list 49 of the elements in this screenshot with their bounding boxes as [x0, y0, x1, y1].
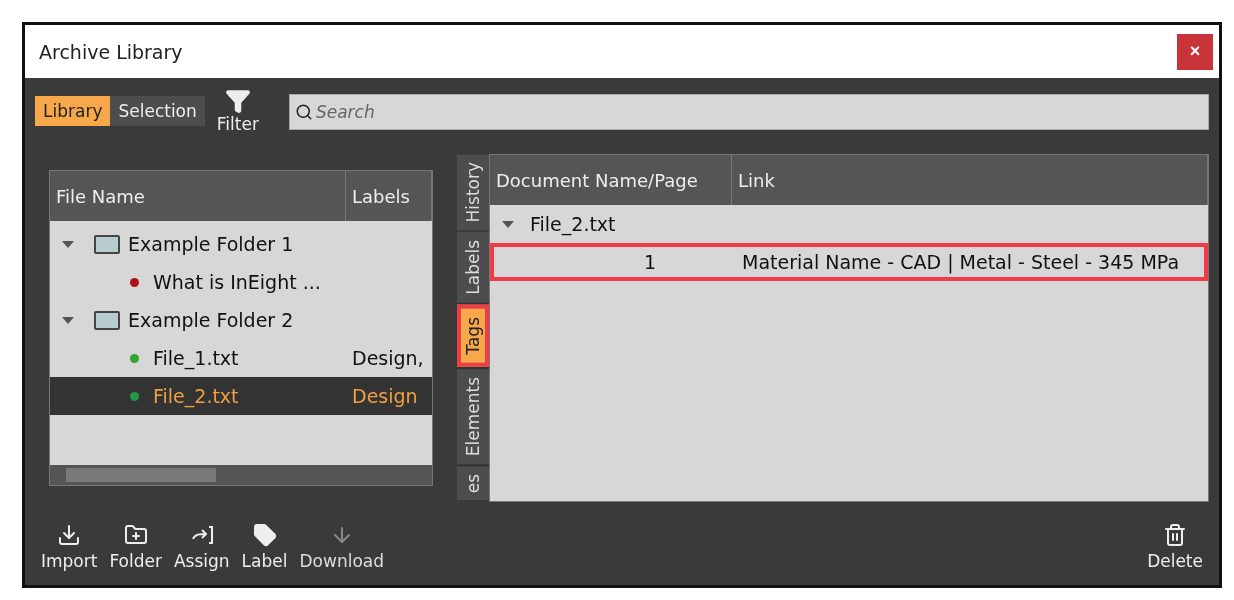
item-name: File_2.txt [153, 385, 239, 407]
folder-row[interactable]: Example Folder 1 [50, 225, 432, 263]
search-icon [294, 103, 313, 121]
side-tab[interactable]: History [457, 154, 489, 231]
item-name: What is InEight ... [153, 271, 321, 293]
item-name: Example Folder 1 [128, 233, 294, 255]
file-row[interactable]: File_1.txt Design, [50, 339, 432, 377]
page-number: 1 [642, 251, 657, 273]
filter-icon [224, 88, 251, 114]
link-text: Material Name - CAD | Metal - Steel - 345 MPa [741, 251, 1181, 273]
assign-button[interactable]: Assign [167, 523, 236, 571]
side-tab[interactable]: Labels [457, 232, 489, 304]
column-header[interactable]: File Name [50, 171, 346, 221]
delete-button[interactable]: Delete [1141, 523, 1209, 571]
column-header[interactable]: Document Name/Page [490, 155, 732, 205]
column-header[interactable]: Labels [346, 171, 432, 221]
mode-tab[interactable]: Library [35, 96, 111, 126]
label-button[interactable]: Label [235, 523, 294, 571]
item-name: File_1.txt [153, 347, 239, 369]
import-button[interactable]: Import [35, 523, 104, 571]
item-labels: Design, [351, 347, 425, 369]
link-row[interactable]: 1 Material Name - CAD | Metal - Steel - 345 MPa [490, 243, 1208, 281]
file-row[interactable]: File_2.txt Design [50, 377, 432, 415]
folder-plus-icon [123, 523, 148, 547]
item-labels: Design [351, 385, 419, 407]
caret-icon[interactable] [502, 220, 514, 228]
window-title: Archive Library [39, 40, 183, 63]
folder-button[interactable]: Folder [103, 523, 168, 571]
item-name: Example Folder 2 [128, 309, 294, 331]
download-tray-icon [57, 523, 82, 547]
trash-icon [1163, 523, 1188, 547]
caret-icon[interactable] [62, 240, 74, 248]
caret-icon[interactable] [62, 316, 74, 324]
search-field[interactable]: Search [288, 94, 1209, 130]
mode-tab[interactable]: Selection [110, 96, 205, 126]
folder-row[interactable]: Example Folder 2 [50, 301, 432, 339]
column-header[interactable]: Link [732, 155, 1208, 205]
close-button[interactable]: × [1177, 33, 1213, 70]
group-name: File_2.txt [530, 213, 616, 235]
filter-button[interactable]: Filter [216, 88, 259, 134]
folder-icon [94, 310, 120, 330]
scrollbar[interactable] [50, 465, 432, 485]
side-tab[interactable]: es [457, 466, 489, 500]
side-tab[interactable]: Tags [457, 305, 489, 367]
folder-icon [94, 234, 120, 254]
tag-icon [252, 523, 277, 547]
arrow-bracket-icon [189, 523, 214, 547]
side-tab[interactable]: Elements [457, 368, 489, 465]
file-row[interactable]: What is InEight ... [50, 263, 432, 301]
